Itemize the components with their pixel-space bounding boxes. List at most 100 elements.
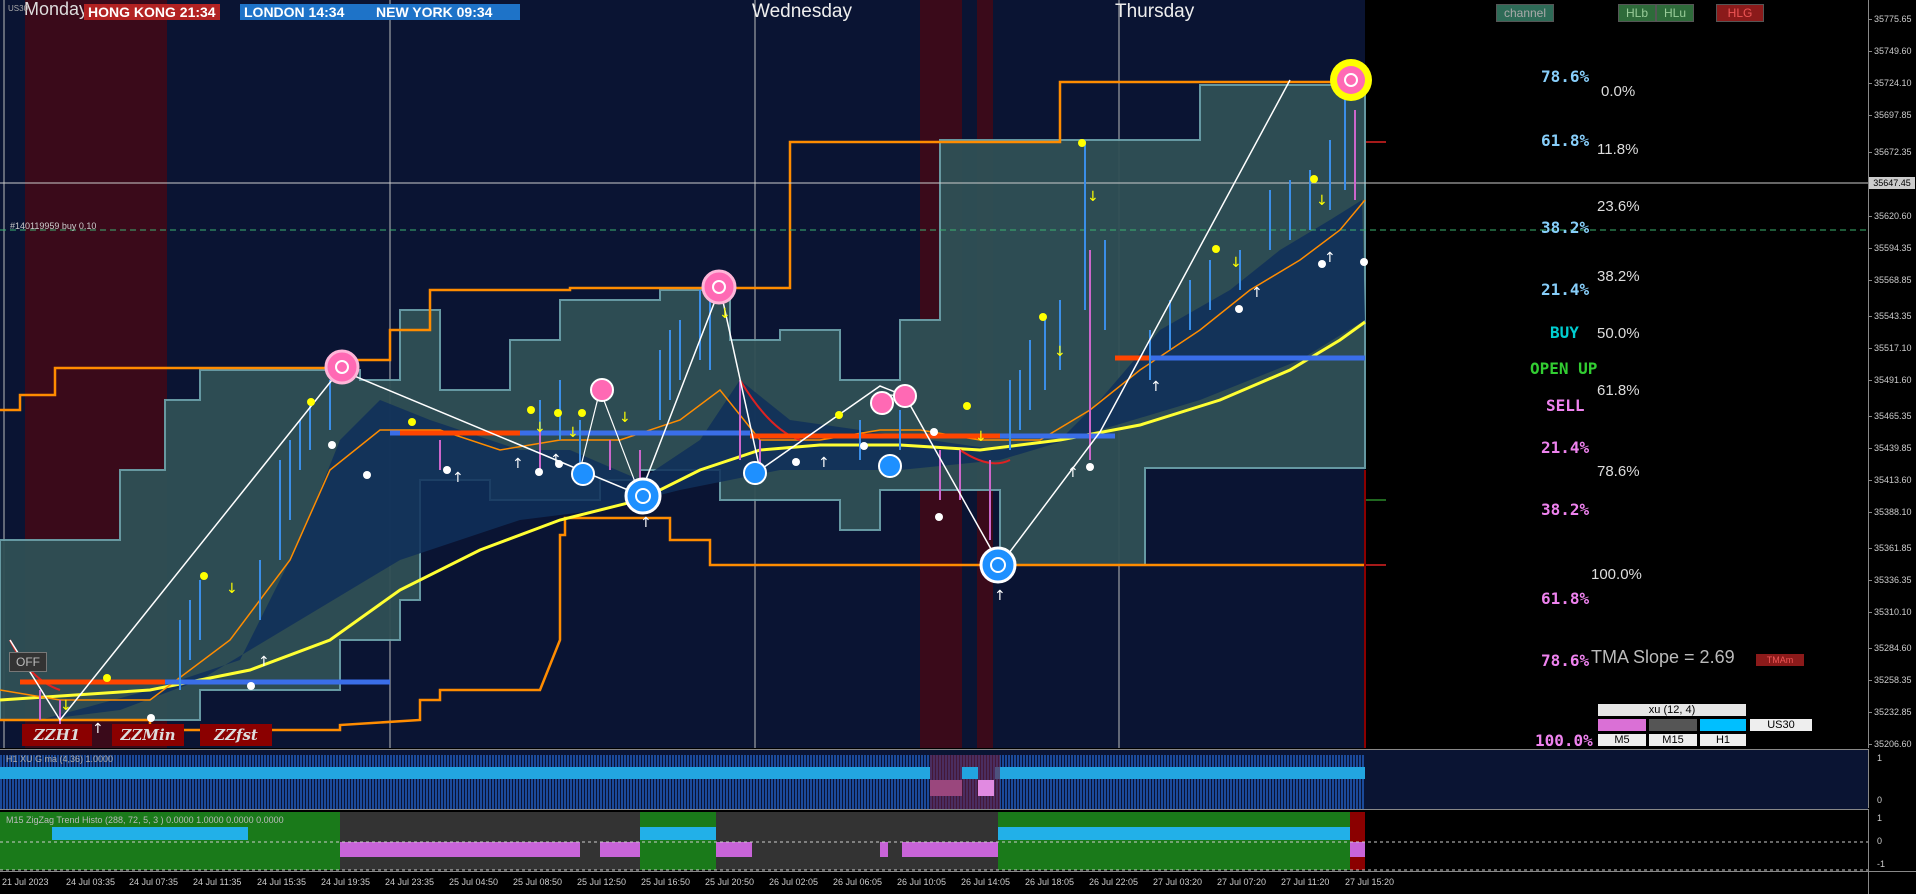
price-tick: 35413.60 — [1868, 475, 1912, 485]
zzh1-button[interactable]: ZZH1 — [22, 724, 92, 746]
sub1-tick: 1 — [1877, 753, 1883, 763]
position-label[interactable]: #140119959 buy 0.10 — [10, 221, 96, 231]
fib-pct: 50.0% — [1597, 325, 1640, 342]
svg-text:↑: ↑ — [640, 515, 652, 531]
sub2-tick: 1 — [1877, 813, 1883, 823]
price-tick: 35749.60 — [1868, 46, 1912, 56]
time-tick: 24 Jul 19:35 — [321, 877, 371, 887]
channel-button[interactable]: channel — [1496, 4, 1554, 22]
svg-text:↓: ↓ — [226, 581, 238, 597]
svg-text:↓: ↓ — [719, 306, 731, 322]
zigzag-histo-subwindow[interactable]: M15 ZigZag Trend Histo (288, 72, 5, 3 ) … — [0, 809, 1868, 872]
xu-color-magenta — [1598, 719, 1646, 731]
price-tick: 35724.10 — [1868, 78, 1912, 88]
svg-text:↑: ↑ — [1067, 465, 1079, 481]
fib-level-label: 38.2% — [1541, 218, 1590, 237]
axis-corner — [1868, 871, 1916, 894]
svg-text:↓: ↓ — [567, 425, 579, 441]
svg-text:↑: ↑ — [92, 721, 104, 737]
sub2-tick: -1 — [1877, 859, 1886, 869]
fib-pct: 61.8% — [1597, 382, 1640, 399]
svg-text:↓: ↓ — [534, 420, 546, 436]
xu-tf-m5-button[interactable]: M5 — [1598, 734, 1646, 746]
xu-tf-m15-button[interactable]: M15 — [1649, 734, 1697, 746]
session-hong-kong: HONG KONG 21:34 — [84, 4, 220, 20]
fib-pct: 0.0% — [1601, 83, 1636, 100]
xu-panel-title: xu (12, 4) — [1598, 704, 1746, 716]
time-tick: 25 Jul 20:50 — [705, 877, 755, 887]
svg-text:↓: ↓ — [619, 410, 631, 426]
svg-text:↓: ↓ — [1054, 344, 1066, 360]
price-tick: 35336.35 — [1868, 575, 1912, 585]
xu-tf-h1-button[interactable]: H1 — [1700, 734, 1746, 746]
svg-text:↓: ↓ — [1316, 193, 1328, 209]
price-tick: 35206.60 — [1868, 739, 1912, 749]
hlu-button[interactable]: HLu — [1656, 4, 1694, 22]
price-tick: 35361.85 — [1868, 543, 1912, 553]
svg-text:↑: ↑ — [258, 654, 270, 670]
time-tick: 24 Jul 15:35 — [257, 877, 307, 887]
svg-text:↓: ↓ — [1230, 255, 1242, 271]
time-tick: 24 Jul 11:35 — [193, 877, 242, 887]
tma-badge[interactable]: TMAm — [1756, 654, 1804, 666]
svg-text:↑: ↑ — [512, 456, 524, 472]
fib-level-label: 21.4% — [1541, 438, 1590, 457]
time-tick: 27 Jul 03:20 — [1153, 877, 1203, 887]
time-tick: 21 Jul 2023 — [2, 877, 49, 887]
zigzag-histo-label: M15 ZigZag Trend Histo (288, 72, 5, 3 ) … — [6, 815, 284, 825]
time-tick: 24 Jul 03:35 — [66, 877, 116, 887]
fib-level-label: 61.8% — [1541, 589, 1590, 608]
time-tick: 26 Jul 14:05 — [961, 877, 1011, 887]
day-label-thursday: Thursday — [1115, 1, 1195, 22]
buy-signal-label: BUY — [1550, 323, 1579, 342]
price-tick: 35517.10 — [1868, 343, 1912, 353]
svg-text:↑: ↑ — [1251, 285, 1263, 301]
hlb-button[interactable]: HLb — [1618, 4, 1656, 22]
fib-pct: 11.8% — [1597, 141, 1639, 158]
price-tick: 35284.60 — [1868, 643, 1912, 653]
fib-pct: 23.6% — [1597, 198, 1640, 215]
svg-text:↑: ↑ — [818, 455, 830, 471]
price-tick: 35672.35 — [1868, 147, 1912, 157]
svg-text:↓: ↓ — [60, 698, 72, 714]
fib-level-label: 100.0% — [1535, 731, 1593, 750]
fib-level-label: 78.6% — [1541, 67, 1590, 86]
price-tick: 35258.35 — [1868, 675, 1912, 685]
price-tick: 35594.35 — [1868, 243, 1912, 253]
xu-color-blue — [1700, 719, 1746, 731]
day-label-wednesday: Wednesday — [752, 1, 852, 22]
zigzag-histo-axis: 1 0 -1 — [1868, 809, 1916, 871]
price-tick: 35697.85 — [1868, 110, 1912, 120]
off-button[interactable]: OFF — [9, 652, 47, 672]
xu-indicator-subwindow[interactable]: H1 XU G ma (4,36) 1.0000 — [0, 749, 1868, 809]
time-tick: 25 Jul 04:50 — [449, 877, 499, 887]
svg-text:↑: ↑ — [550, 452, 562, 468]
time-tick: 26 Jul 10:05 — [897, 877, 947, 887]
time-axis[interactable]: 21 Jul 2023 24 Jul 03:35 24 Jul 07:35 24… — [0, 871, 1868, 894]
tma-slope-text: TMA Slope = 2.69 — [1591, 647, 1735, 667]
time-tick: 27 Jul 07:20 — [1217, 877, 1267, 887]
svg-text:↑: ↑ — [1150, 379, 1162, 395]
price-axis[interactable]: 35775.65 35749.60 35724.10 35697.85 3567… — [1868, 0, 1916, 749]
symbol-label: US30 — [8, 4, 29, 13]
fib-level-label: 38.2% — [1541, 500, 1590, 519]
time-tick: 26 Jul 06:05 — [833, 877, 883, 887]
open-up-signal-label: OPEN UP — [1530, 359, 1598, 378]
time-tick: 26 Jul 02:05 — [769, 877, 819, 887]
session-new-york: NEW YORK 09:34 — [372, 4, 520, 20]
price-tick: 35775.65 — [1868, 14, 1912, 24]
time-tick: 26 Jul 22:05 — [1089, 877, 1139, 887]
fib-level-label: 78.6% — [1541, 651, 1590, 670]
time-tick: 24 Jul 07:35 — [129, 877, 179, 887]
time-tick: 24 Jul 23:35 — [385, 877, 435, 887]
zzfst-button[interactable]: ZZfst — [200, 724, 272, 746]
sub1-tick: 0 — [1877, 795, 1883, 805]
zzmin-button[interactable]: ZZMin — [112, 724, 184, 746]
price-tick: 35620.60 — [1868, 211, 1912, 221]
main-price-chart[interactable]: ↓ ↓ ↓ ↓ ↓ ↓ ↓ ↓ ↓ ↓ ↓ ↑ ↑ ↑ ↑ ↑ ↑ ↑ ↑ ↑ ↑ ↑ ↑ Monday HONG… — [0, 0, 1868, 750]
xu-color-gray — [1649, 719, 1697, 731]
price-tick: 35465.35 — [1868, 411, 1912, 421]
svg-text:↑: ↑ — [994, 588, 1006, 604]
day-label-monday: Monday — [24, 0, 89, 19]
hlg-button[interactable]: HLG — [1716, 4, 1764, 22]
